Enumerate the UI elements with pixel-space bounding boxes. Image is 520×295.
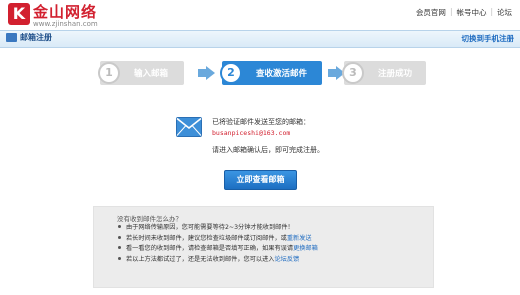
help-list: 由于网络传输原因，您可能需要等待2~3分钟才能收到邮件！ 若长时间未收到邮件，建… bbox=[117, 223, 318, 265]
envelope-icon bbox=[176, 117, 202, 137]
nav-member-site[interactable]: 会员官网 bbox=[416, 7, 446, 18]
help-text: 由于网络传输原因，您可能需要等待2~3分钟才能收到邮件！ bbox=[126, 224, 294, 231]
section-title: 邮箱注册 bbox=[20, 33, 52, 42]
step-number: 2 bbox=[220, 62, 242, 84]
forum-feedback-link[interactable]: 论坛反馈 bbox=[275, 256, 300, 263]
step-1: 1 输入邮箱 bbox=[98, 61, 184, 85]
help-text: 若长时间未收到邮件，建议您检查垃圾邮件或订阅邮件，或 bbox=[126, 234, 287, 242]
list-item: 若以上方法都试过了，还是无法收到邮件，您可以进入论坛反馈 bbox=[117, 255, 318, 266]
change-email-link[interactable]: 更换邮箱 bbox=[293, 245, 318, 252]
help-title: 没有收到邮件怎么办？ bbox=[117, 215, 182, 223]
step-label: 注册成功 bbox=[378, 69, 413, 79]
bullet-icon bbox=[118, 225, 121, 228]
list-item: 看一看您的收到邮件，请检查邮箱是否填写正确，如果有误请更换邮箱 bbox=[117, 244, 318, 255]
logo-name: 金山网络 bbox=[33, 3, 98, 21]
bullet-icon bbox=[118, 246, 121, 249]
top-nav: 会员官网 | 帐号中心 | 论坛 bbox=[416, 7, 512, 18]
step-2: 2 查收激活邮件 bbox=[220, 61, 322, 85]
section-bar bbox=[0, 30, 520, 48]
help-text: 看一看您的收到邮件，请检查邮箱是否填写正确，如果有误请 bbox=[126, 245, 294, 252]
arrow-right-icon bbox=[206, 66, 215, 80]
mail-register-icon bbox=[6, 33, 17, 42]
email-address: busanpiceshi@163.com bbox=[212, 129, 291, 137]
step-label: 查收激活邮件 bbox=[256, 69, 308, 79]
logo-url: www.zjinshan.com bbox=[33, 20, 98, 28]
resend-link[interactable]: 重新发送 bbox=[287, 235, 312, 242]
bullet-icon bbox=[118, 235, 121, 239]
list-item: 由于网络传输原因，您可能需要等待2~3分钟才能收到邮件！ bbox=[117, 223, 318, 234]
switch-to-phone-link[interactable]: 切换到手机注册 bbox=[462, 33, 515, 44]
bullet-icon bbox=[118, 256, 121, 260]
step-label: 输入邮箱 bbox=[134, 69, 169, 79]
step-3: 3 注册成功 bbox=[342, 61, 426, 85]
step-number: 1 bbox=[98, 62, 120, 84]
sent-message: 已将验证邮件发送至您的邮箱： bbox=[212, 118, 310, 126]
instruction-message: 请进入邮箱确认后，即可完成注册。 bbox=[212, 146, 324, 154]
arrow-right-icon bbox=[328, 69, 336, 77]
list-item: 若长时间未收到邮件，建议您检查垃圾邮件或订阅邮件，或重新发送 bbox=[117, 234, 318, 245]
nav-forum[interactable]: 论坛 bbox=[497, 7, 512, 18]
logo[interactable]: K 金山网络 www.zjinshan.com bbox=[8, 3, 128, 29]
nav-divider: | bbox=[449, 7, 453, 16]
arrow-right-icon bbox=[198, 69, 206, 77]
nav-account-center[interactable]: 帐号中心 bbox=[456, 7, 486, 18]
nav-divider: | bbox=[490, 7, 493, 16]
help-text: 若以上方法都试过了，还是无法收到邮件，您可以进入 bbox=[126, 255, 275, 263]
step-number: 3 bbox=[342, 62, 364, 84]
logo-k-icon: K bbox=[8, 3, 30, 25]
check-mail-button[interactable]: 立即查看邮箱 bbox=[224, 170, 297, 190]
